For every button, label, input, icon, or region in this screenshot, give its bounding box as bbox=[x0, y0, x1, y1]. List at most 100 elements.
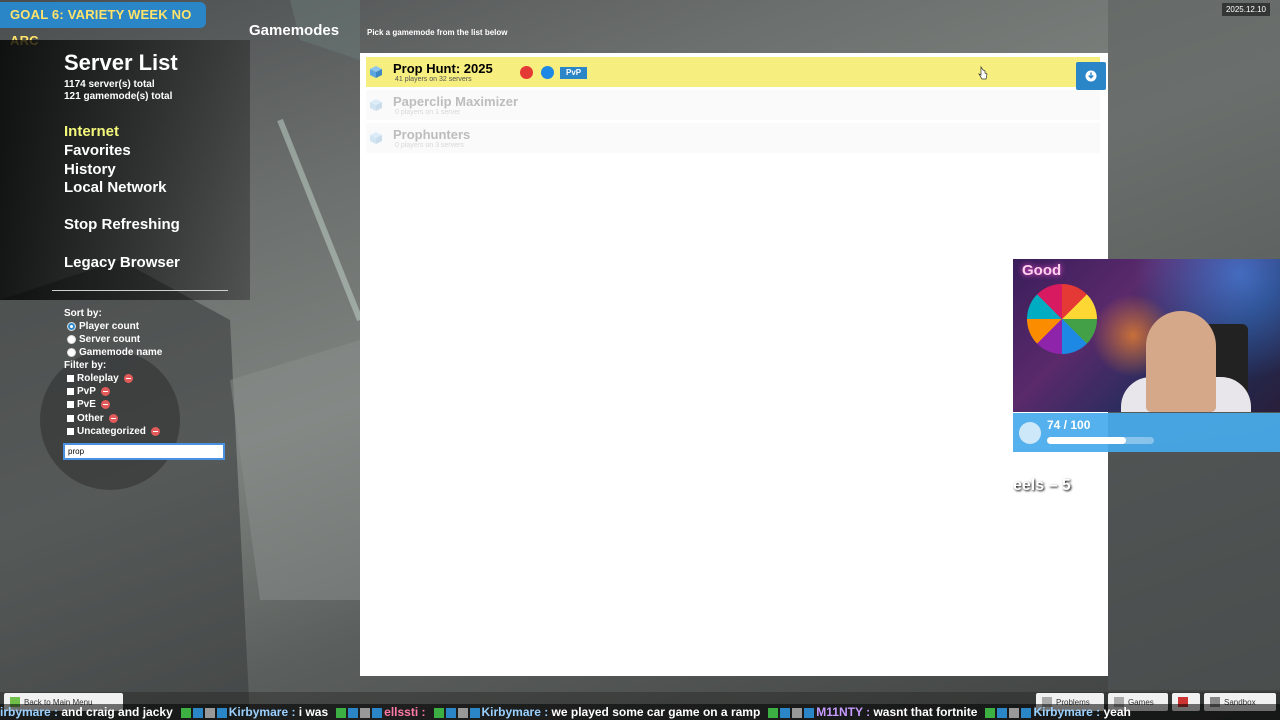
cube-icon bbox=[370, 132, 382, 144]
filter-roleplay[interactable]: Roleplay bbox=[67, 373, 133, 384]
neon-sign-icon: Good bbox=[1022, 262, 1062, 279]
server-list-title: Server List bbox=[64, 50, 178, 75]
gamemodes-subtitle: Pick a gamemode from the list below bbox=[367, 28, 508, 37]
sort-option-label: Gamemode name bbox=[79, 347, 163, 358]
nav-local-network[interactable]: Local Network bbox=[64, 179, 167, 196]
gamemode-name: Prophunters bbox=[393, 127, 471, 142]
gamemode-player-count: 0 players on 1 server bbox=[395, 109, 461, 116]
chat-message: irbymare : and craig and jacky bbox=[0, 704, 173, 720]
search-input[interactable] bbox=[63, 443, 225, 460]
filter-pvp[interactable]: PvP bbox=[67, 386, 110, 397]
chat-text: wasnt that fortnite bbox=[873, 705, 978, 719]
exclude-icon[interactable] bbox=[108, 414, 118, 423]
filter-other[interactable]: Other bbox=[67, 413, 118, 424]
sort-server-count[interactable]: Server count bbox=[67, 334, 140, 345]
chat-badge-icon bbox=[457, 707, 468, 718]
chat-badge-icon bbox=[445, 707, 456, 718]
chat-username: Kirbymare : bbox=[1033, 705, 1104, 719]
chat-badge-icon bbox=[792, 707, 803, 718]
legacy-browser-button[interactable]: Legacy Browser bbox=[64, 254, 180, 271]
filter-option-label: PvP bbox=[77, 386, 96, 397]
exclude-icon[interactable] bbox=[100, 400, 110, 409]
gamemode-name: Prop Hunt: 2025 bbox=[393, 61, 493, 76]
checkbox-icon[interactable] bbox=[67, 375, 74, 382]
filter-uncategorized[interactable]: Uncategorized bbox=[67, 426, 160, 437]
chat-message: Kirbymare : yeah bbox=[985, 704, 1131, 720]
checkbox-icon[interactable] bbox=[67, 415, 74, 422]
checkbox-icon[interactable] bbox=[67, 428, 74, 435]
chat-badge-icon bbox=[804, 707, 815, 718]
chat-badge-icon bbox=[768, 707, 779, 718]
chat-badge-icon bbox=[1021, 707, 1032, 718]
chat-badge-icon bbox=[985, 707, 996, 718]
chat-badge-icon bbox=[216, 707, 227, 718]
goal-progress-track bbox=[1047, 437, 1154, 444]
radio-icon[interactable] bbox=[67, 335, 76, 344]
goal-progress-widget: 74 / 100 bbox=[1013, 413, 1280, 452]
filter-option-label: Uncategorized bbox=[77, 426, 146, 437]
chat-badge-icon bbox=[780, 707, 791, 718]
chat-username: ellssti : bbox=[384, 705, 426, 719]
nav-history[interactable]: History bbox=[64, 161, 116, 178]
chat-badge-icon bbox=[372, 707, 383, 718]
nav-favorites[interactable]: Favorites bbox=[64, 142, 131, 159]
sort-option-label: Player count bbox=[79, 321, 140, 332]
exclude-icon[interactable] bbox=[123, 374, 133, 383]
overlay-counter: eels – 5 bbox=[1013, 477, 1071, 494]
cube-icon bbox=[370, 99, 382, 111]
sort-label: Sort by: bbox=[64, 308, 102, 319]
download-icon bbox=[1085, 70, 1097, 82]
chat-badge-icon bbox=[192, 707, 203, 718]
radio-selected-icon[interactable] bbox=[67, 322, 76, 331]
filter-option-label: PvE bbox=[77, 399, 96, 410]
mouse-cursor-icon bbox=[978, 66, 988, 80]
chat-badge-icon bbox=[997, 707, 1008, 718]
servers-total: 1174 server(s) total bbox=[64, 79, 155, 90]
chat-message: M11NTY : wasnt that fortnite bbox=[768, 704, 977, 720]
chat-badge-icon bbox=[180, 707, 191, 718]
sidebar-divider bbox=[52, 290, 228, 291]
sort-player-count[interactable]: Player count bbox=[67, 321, 139, 332]
chat-message: Kirbymare : i was bbox=[180, 704, 329, 720]
exclude-icon[interactable] bbox=[100, 387, 110, 396]
gamemode-list-panel: Prop Hunt: 2025 41 players on 32 servers… bbox=[360, 53, 1108, 676]
radio-icon[interactable] bbox=[67, 348, 76, 357]
chat-text: and craig and jacky bbox=[61, 705, 173, 719]
blue-team-icon bbox=[541, 66, 554, 79]
streamer-icon bbox=[1146, 311, 1216, 412]
goal-banner: GOAL 6: VARIETY WEEK NO ARC bbox=[0, 2, 206, 48]
gamemode-row-paperclip[interactable]: Paperclip Maximizer 0 players on 1 serve… bbox=[366, 90, 1100, 120]
stop-refreshing-button[interactable]: Stop Refreshing bbox=[64, 216, 180, 233]
chat-badge-icon bbox=[336, 707, 347, 718]
pvp-tag: PvP bbox=[560, 67, 588, 79]
sort-gamemode-name[interactable]: Gamemode name bbox=[67, 347, 162, 358]
gamemodes-title: Gamemodes bbox=[249, 22, 340, 39]
chat-username: Kirbymare : bbox=[481, 705, 552, 719]
chat-text: we played some car game on a ramp bbox=[551, 705, 761, 719]
chat-username: M11NTY : bbox=[816, 705, 874, 719]
goal-icon bbox=[1019, 422, 1041, 444]
chat-badge-icon bbox=[433, 707, 444, 718]
gamemode-row-prop-hunt[interactable]: Prop Hunt: 2025 41 players on 32 servers… bbox=[366, 57, 1106, 90]
gamemode-player-count: 41 players on 32 servers bbox=[395, 76, 472, 83]
chat-badge-icon bbox=[204, 707, 215, 718]
chat-badge-icon bbox=[360, 707, 371, 718]
checkbox-icon[interactable] bbox=[67, 401, 74, 408]
gamemodes-total: 121 gamemode(s) total bbox=[64, 91, 173, 102]
goal-progress-text: 74 / 100 bbox=[1047, 418, 1091, 432]
chat-text: i was bbox=[298, 705, 329, 719]
webcam-overlay: Good bbox=[1013, 259, 1280, 412]
chat-message: ellssti : bbox=[336, 704, 426, 720]
nav-internet[interactable]: Internet bbox=[64, 123, 119, 140]
sort-option-label: Server count bbox=[79, 334, 141, 345]
cube-icon bbox=[370, 66, 382, 78]
gamemode-row-prophunters[interactable]: Prophunters 0 players on 3 servers bbox=[366, 123, 1100, 153]
download-button[interactable] bbox=[1076, 62, 1106, 90]
exclude-icon[interactable] bbox=[150, 427, 160, 436]
checkbox-icon[interactable] bbox=[67, 388, 74, 395]
chat-badge-icon bbox=[469, 707, 480, 718]
filter-option-label: Other bbox=[77, 413, 104, 424]
filter-pve[interactable]: PvE bbox=[67, 399, 110, 410]
filter-option-label: Roleplay bbox=[77, 373, 119, 384]
filter-label: Filter by: bbox=[64, 360, 107, 371]
